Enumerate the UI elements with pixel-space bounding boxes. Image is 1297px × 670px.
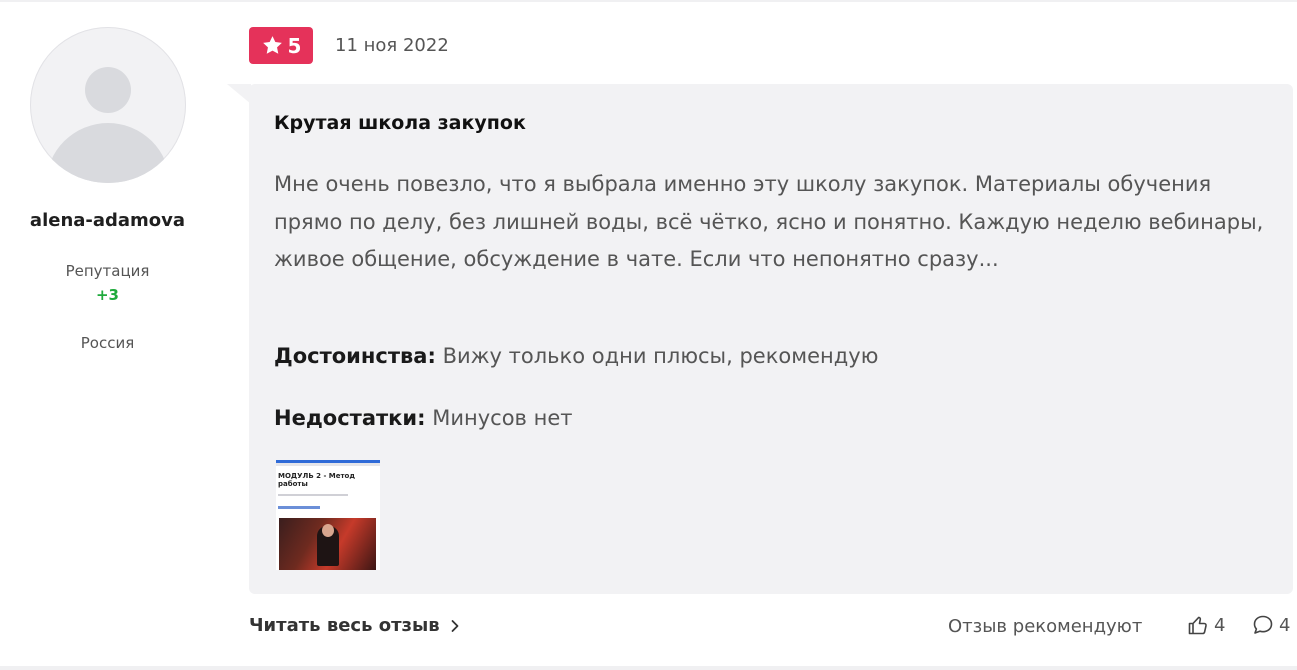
review-bubble [249, 84, 1293, 594]
thumbnail-link-line [278, 506, 320, 509]
like-button[interactable]: 4 [1186, 613, 1225, 637]
attachment-thumbnail[interactable]: МОДУЛЬ 2 - Метод работы [276, 460, 380, 570]
reputation-value: +3 [95, 286, 119, 304]
recommend-label: Отзыв рекомендуют [948, 616, 1143, 637]
comments-button[interactable]: 4 [1251, 613, 1290, 637]
reputation-label: Репутация [65, 262, 150, 280]
bubble-tail [227, 84, 251, 104]
review-pros: Достоинства: Вижу только одни плюсы, рек… [274, 344, 878, 368]
rating-badge: 5 [249, 27, 313, 64]
review-date: 11 ноя 2022 [335, 35, 449, 56]
thumbnail-progress-track [276, 463, 380, 466]
video-person-face [322, 524, 334, 537]
comment-count: 4 [1279, 614, 1291, 636]
like-count: 4 [1214, 614, 1226, 636]
author-country: Россия [80, 334, 135, 352]
pros-label: Достоинства: [274, 344, 436, 368]
top-divider [0, 0, 1297, 2]
read-full-review-link[interactable]: Читать весь отзыв [249, 615, 462, 636]
read-full-review-label: Читать весь отзыв [249, 615, 440, 636]
avatar[interactable] [30, 27, 186, 183]
star-icon [262, 36, 282, 54]
bottom-divider [0, 666, 1297, 670]
cons-text: Минусов нет [432, 406, 573, 430]
thumbnail-video-frame [279, 518, 376, 570]
chevron-right-icon [451, 619, 459, 632]
review-text: Мне очень повезло, что я выбрала именно … [274, 172, 1264, 271]
avatar-head [85, 67, 131, 113]
review-cons: Недостатки: Минусов нет [274, 406, 573, 430]
author-username[interactable]: alena-adamova [0, 210, 215, 231]
review-title[interactable]: Крутая школа закупок [274, 112, 526, 134]
rating-value: 5 [287, 33, 302, 58]
thumbnail-subtitle-line [278, 494, 348, 496]
comment-icon [1253, 615, 1273, 634]
pros-text: Вижу только одни плюсы, рекомендую [442, 344, 879, 368]
thumbs-up-icon [1188, 616, 1207, 635]
thumbnail-title: МОДУЛЬ 2 - Метод работы [278, 472, 356, 488]
avatar-body [46, 123, 170, 183]
cons-label: Недостатки: [274, 406, 426, 430]
